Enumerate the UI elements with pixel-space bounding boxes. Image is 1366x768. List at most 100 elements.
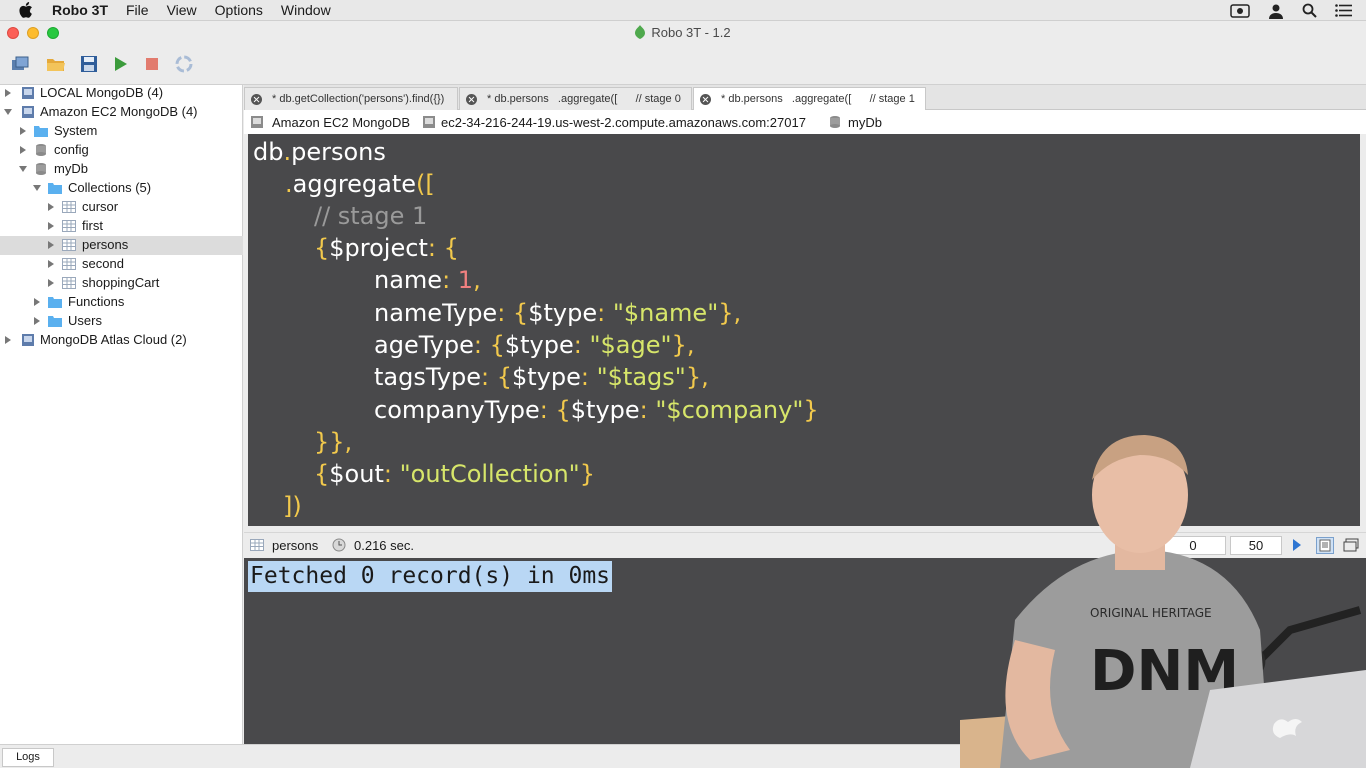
tab-label: * db.getCollection('persons').find({})	[272, 93, 445, 105]
code-line-4: {$project: {	[314, 234, 459, 262]
query-tabs: * db.getCollection('persons').find({}) *…	[244, 85, 1366, 110]
code-line-6: nameType: {$type: "$name"},	[374, 299, 742, 327]
close-tab-icon[interactable]	[251, 93, 262, 105]
database-icon	[36, 144, 46, 156]
close-tab-icon[interactable]	[466, 93, 477, 105]
code-line-10: }},	[314, 428, 353, 456]
expand-arrow-icon[interactable]	[47, 222, 55, 230]
tab-aggregate-stage-0[interactable]: * db.persons .aggregate([ // stage 0	[459, 87, 692, 110]
folder-icon	[48, 316, 62, 327]
macos-menubar: Robo 3T File View Options Window	[0, 0, 1366, 21]
code-line-3: // stage 1	[314, 202, 428, 230]
tree-item-label: Users	[68, 313, 102, 328]
tree-item-collections[interactable]: Collections (5)	[0, 179, 243, 198]
stop-icon[interactable]	[142, 54, 162, 74]
server-icon	[22, 87, 34, 99]
presenter-video-overlay: ORIGINAL HERITAGE DNM	[960, 420, 1366, 768]
execution-time-label: 0.216 sec.	[354, 538, 414, 553]
tree-item-amazon-ec2[interactable]: Amazon EC2 MongoDB (4)	[0, 103, 243, 122]
expand-arrow-icon[interactable]	[47, 279, 55, 287]
mongodb-leaf-icon	[635, 25, 646, 39]
expand-arrow-icon[interactable]	[4, 89, 12, 97]
expand-arrow-icon[interactable]	[47, 260, 55, 268]
tree-item-config[interactable]: config	[0, 141, 243, 160]
expand-arrow-icon[interactable]	[4, 336, 12, 344]
collapse-arrow-icon[interactable]	[33, 184, 41, 192]
database-icon	[830, 116, 840, 128]
tree-item-label: Functions	[68, 294, 125, 309]
tree-item-label: shoppingCart	[82, 275, 160, 290]
user-icon[interactable]	[1268, 3, 1284, 19]
collapse-arrow-icon[interactable]	[19, 165, 27, 173]
tree-item-first[interactable]: first	[0, 217, 243, 236]
expand-arrow-icon[interactable]	[19, 127, 27, 135]
code-line-1: db.persons	[253, 138, 386, 166]
host-icon	[423, 116, 435, 128]
tree-item-functions[interactable]: Functions	[0, 293, 243, 312]
save-icon[interactable]	[79, 54, 99, 74]
tree-item-users[interactable]: Users	[0, 312, 243, 331]
tree-item-atlas-cloud[interactable]: MongoDB Atlas Cloud (2)	[0, 331, 243, 350]
rotate-icon[interactable]	[174, 54, 194, 74]
tree-item-local-mongodb[interactable]: LOCAL MongoDB (4)	[0, 84, 243, 103]
folder-icon	[48, 183, 62, 194]
tree-item-label: Collections (5)	[68, 180, 152, 195]
connection-database-label: myDb	[848, 115, 882, 130]
tree-item-shoppingcart[interactable]: shoppingCart	[0, 274, 243, 293]
expand-arrow-icon[interactable]	[19, 146, 27, 154]
tree-item-label: Amazon EC2 MongoDB (4)	[40, 104, 198, 119]
tree-item-label: LOCAL MongoDB (4)	[40, 85, 164, 100]
menu-file[interactable]: File	[126, 2, 149, 18]
expand-arrow-icon[interactable]	[47, 203, 55, 211]
shirt-text-line1: ORIGINAL HERITAGE	[1090, 606, 1212, 620]
tree-item-cursor[interactable]: cursor	[0, 198, 243, 217]
tab-find-persons[interactable]: * db.getCollection('persons').find({})	[244, 87, 458, 110]
tree-item-mydb[interactable]: myDb	[0, 160, 243, 179]
menu-window[interactable]: Window	[281, 2, 331, 18]
camera-icon[interactable]	[1230, 3, 1250, 18]
search-icon[interactable]	[1302, 3, 1317, 18]
connection-server-label: Amazon EC2 MongoDB	[272, 115, 411, 130]
presenter-image: ORIGINAL HERITAGE DNM	[960, 435, 1366, 768]
tree-item-second[interactable]: second	[0, 255, 243, 274]
connect-icon[interactable]	[10, 54, 30, 74]
tab-label: * db.persons .aggregate([ // stage 1	[721, 93, 915, 105]
expand-arrow-icon[interactable]	[33, 317, 41, 325]
code-line-9: companyType: {$type: "$company"}	[374, 396, 819, 424]
menu-view[interactable]: View	[167, 2, 197, 18]
list-icon[interactable]	[1335, 4, 1352, 17]
code-line-7: ageType: {$type: "$age"},	[374, 331, 695, 359]
server-icon	[22, 106, 34, 118]
tree-item-label: persons	[82, 237, 129, 252]
code-line-5: name: 1,	[374, 266, 481, 294]
connection-host-label: ec2-34-216-244-19.us-west-2.compute.amaz…	[441, 115, 806, 130]
close-tab-icon[interactable]	[700, 93, 711, 105]
tree-item-label: second	[82, 256, 124, 271]
table-icon	[62, 220, 76, 232]
collapse-arrow-icon[interactable]	[4, 108, 12, 116]
apple-icon[interactable]	[19, 2, 33, 18]
output-message: Fetched 0 record(s) in 0ms	[248, 561, 613, 592]
menu-options[interactable]: Options	[215, 2, 263, 18]
connection-info-bar: Amazon EC2 MongoDB ec2-34-216-244-19.us-…	[244, 110, 1366, 134]
code-line-2: .aggregate([	[285, 170, 435, 198]
table-icon	[62, 239, 76, 251]
tree-item-label: System	[54, 123, 98, 138]
folder-icon	[34, 126, 48, 137]
code-line-12: ])	[283, 492, 302, 520]
table-icon	[250, 539, 264, 551]
server-icon	[251, 116, 263, 128]
window-title: Robo 3T - 1.2	[0, 25, 1366, 40]
logs-button[interactable]: Logs	[2, 748, 54, 767]
run-icon[interactable]	[110, 54, 130, 74]
open-folder-icon[interactable]	[46, 54, 66, 74]
tab-aggregate-stage-1[interactable]: * db.persons .aggregate([ // stage 1	[693, 87, 926, 110]
expand-arrow-icon[interactable]	[33, 298, 41, 306]
table-icon	[62, 258, 76, 270]
menu-app-name[interactable]: Robo 3T	[52, 2, 108, 18]
tree-item-persons[interactable]: persons	[0, 236, 243, 255]
code-line-8: tagsType: {$type: "$tags"},	[374, 363, 709, 391]
tree-item-system[interactable]: System	[0, 122, 243, 141]
expand-arrow-icon[interactable]	[47, 241, 55, 249]
code-line-11: {$out: "outCollection"}	[314, 460, 595, 488]
